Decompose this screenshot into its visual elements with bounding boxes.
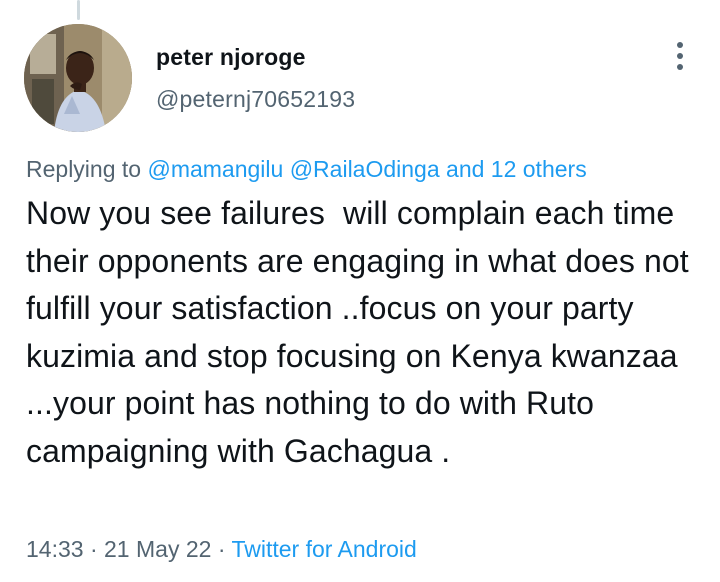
meta-separator: · <box>89 536 98 562</box>
author-handle[interactable]: @peternj70652193 <box>156 86 355 113</box>
tweet-text: Now you see failures will complain each … <box>26 195 698 469</box>
more-vertical-icon-dot <box>677 64 683 70</box>
replying-to-line: Replying to @mamangilu @RailaOdinga and … <box>26 156 587 183</box>
more-options-button[interactable] <box>670 40 690 72</box>
meta-separator: · <box>217 536 226 562</box>
thread-connector-line <box>77 0 80 20</box>
tweet-time[interactable]: 14:33 <box>26 536 84 562</box>
avatar[interactable] <box>24 24 132 132</box>
avatar-photo <box>24 24 132 132</box>
mention-link[interactable]: @RailaOdinga <box>290 156 440 182</box>
more-vertical-icon <box>677 42 683 48</box>
mention-link[interactable]: @mamangilu <box>147 156 283 182</box>
author-display-name[interactable]: peter njoroge <box>156 44 306 71</box>
tweet-meta: 14:33 · 21 May 22 · Twitter for Android <box>26 536 417 563</box>
tweet-source-link[interactable]: Twitter for Android <box>231 536 416 562</box>
more-vertical-icon-dot <box>677 53 683 59</box>
others-link[interactable]: and 12 others <box>446 156 587 182</box>
tweet-date[interactable]: 21 May 22 <box>104 536 211 562</box>
replying-to-prefix: Replying to <box>26 156 142 182</box>
